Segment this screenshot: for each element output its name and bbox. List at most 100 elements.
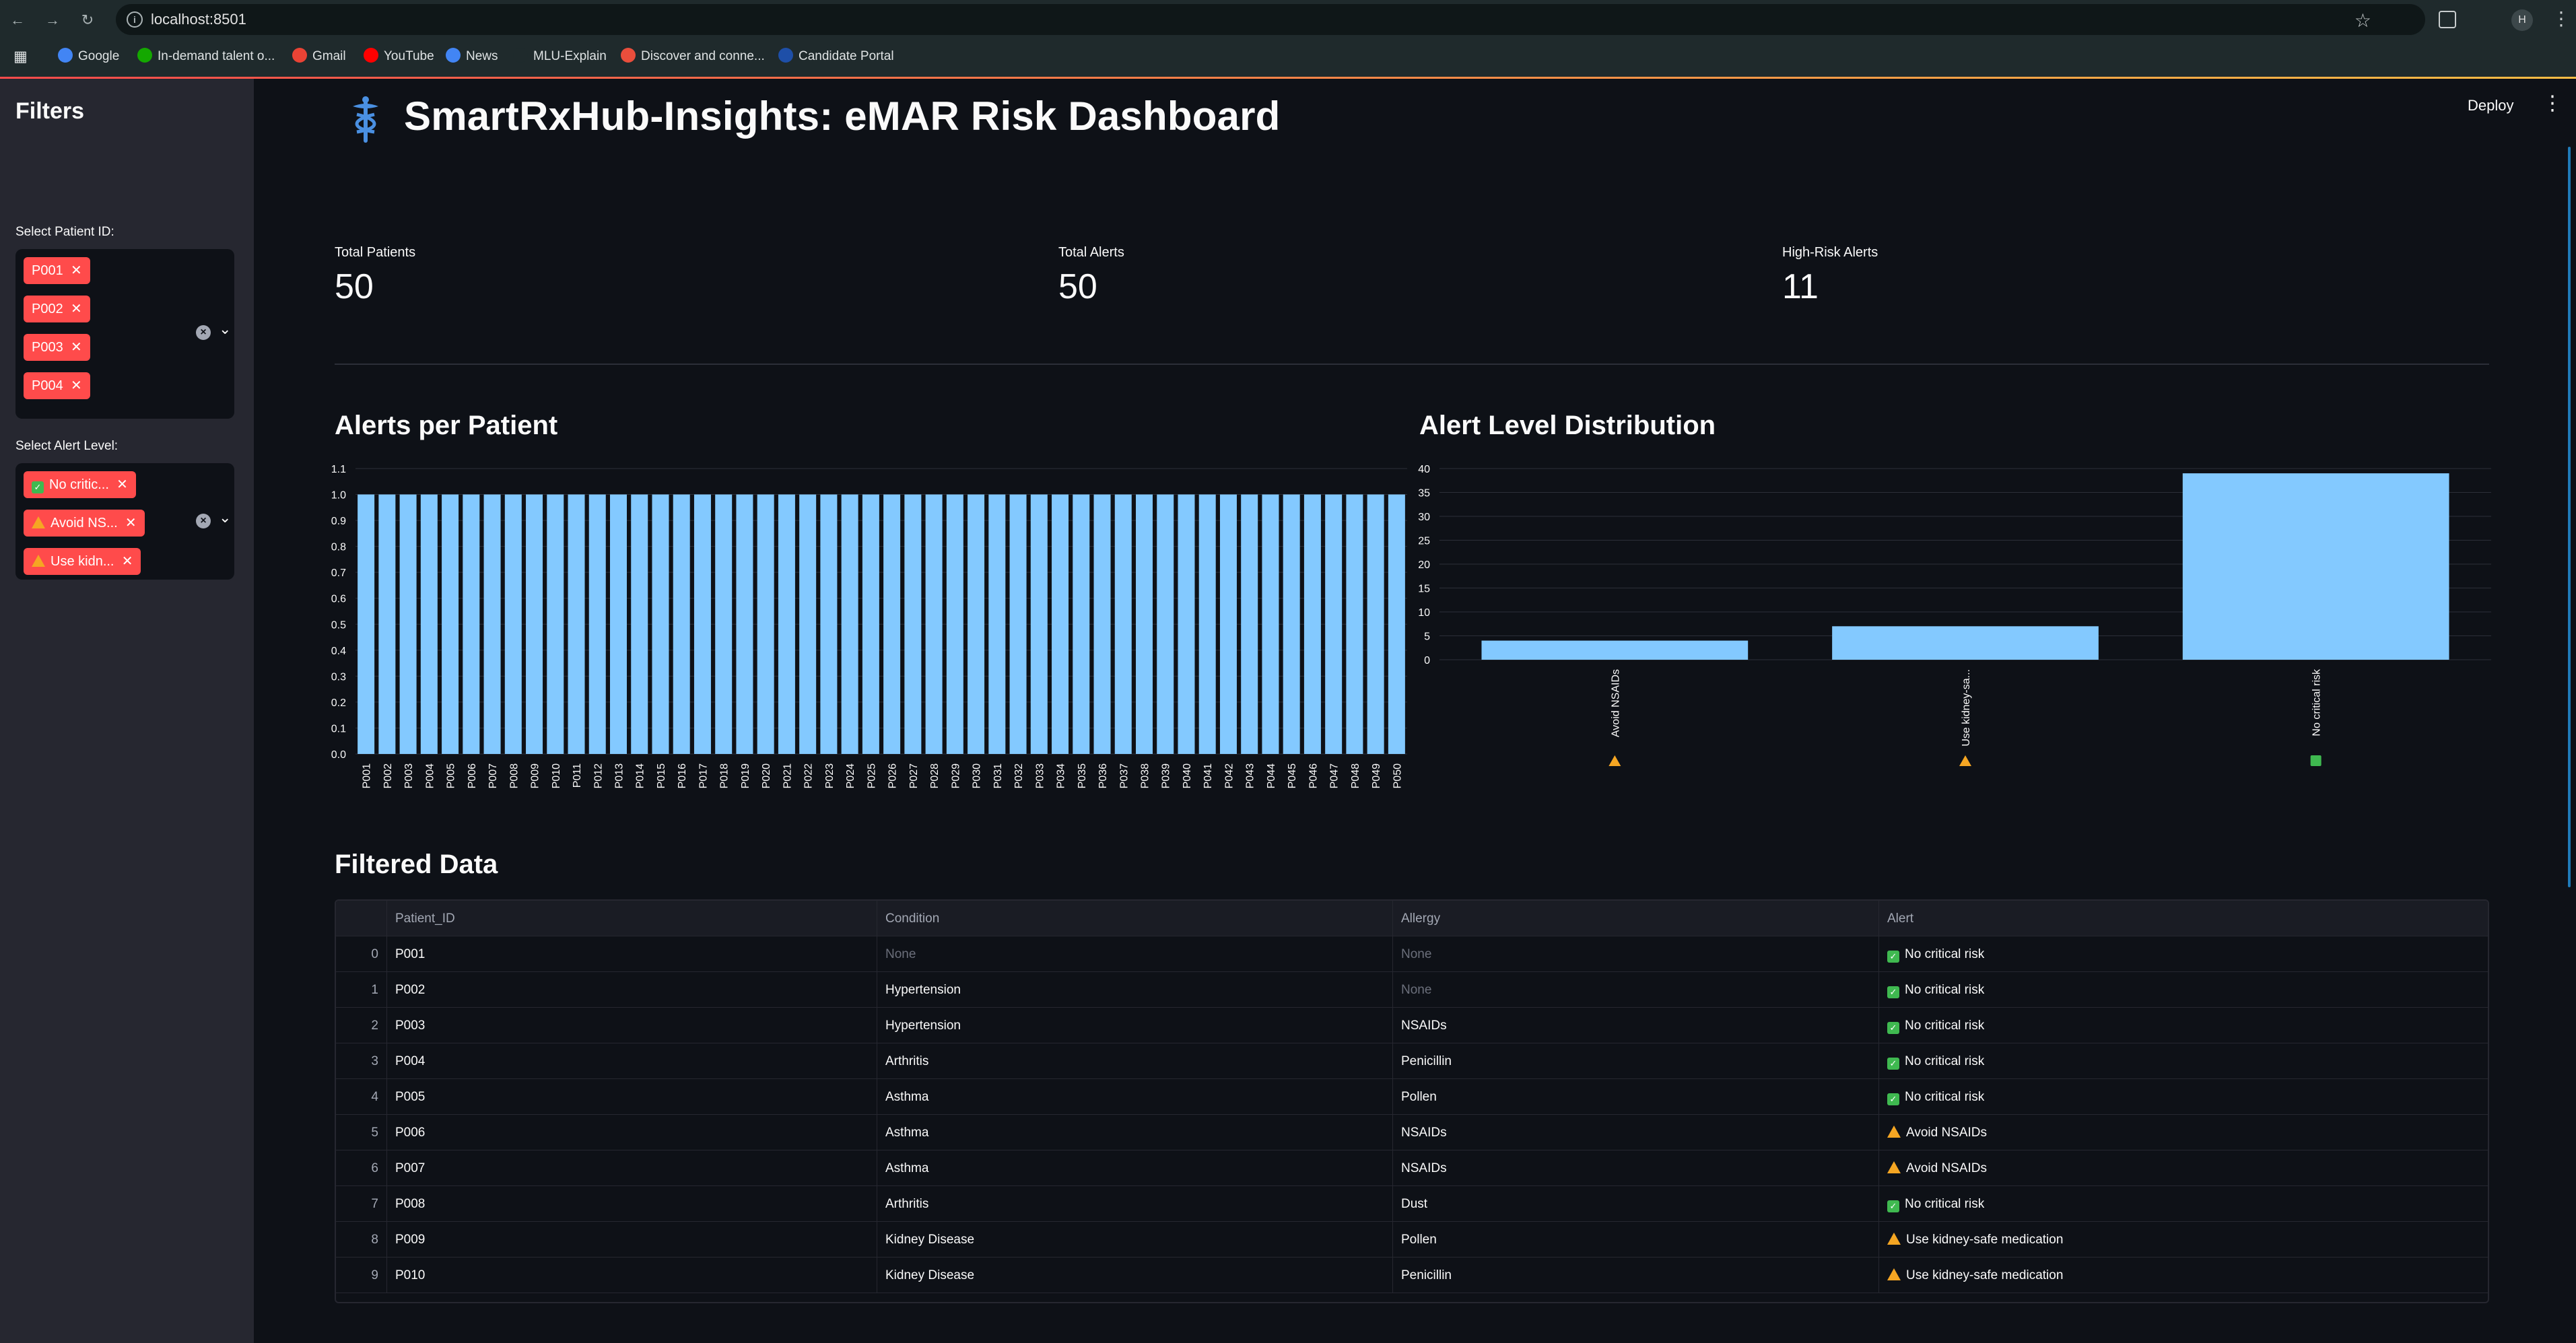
table-cell-condition[interactable]: Asthma	[877, 1079, 1393, 1115]
bookmark-star-icon[interactable]: ☆	[2354, 9, 2371, 32]
table-cell-idx[interactable]: 5	[336, 1115, 387, 1150]
bookmark-2[interactable]: Gmail	[292, 44, 346, 69]
table-cell-allergy[interactable]: Pollen	[1393, 1222, 1879, 1258]
table-row[interactable]: 9 P010 Kidney Disease Penicillin Use kidney-…	[336, 1258, 2488, 1293]
table-cell-alert[interactable]: ✓ No critical risk	[1879, 936, 2488, 972]
table-cell-allergy[interactable]: NSAIDs	[1393, 1115, 1879, 1150]
table-cell-id[interactable]: P005	[387, 1079, 877, 1115]
site-info-icon[interactable]: i	[127, 11, 143, 28]
table-row[interactable]: 1 P002 Hypertension None ✓ No critical risk	[336, 972, 2488, 1008]
table-cell-idx[interactable]: 3	[336, 1043, 387, 1079]
url-text[interactable]: localhost:8501	[151, 4, 246, 35]
back-icon[interactable]: ←	[7, 9, 28, 31]
bookmark-5[interactable]: MLU-Explain	[513, 44, 607, 69]
table-cell-alert[interactable]: ✓ No critical risk	[1879, 1043, 2488, 1079]
alert-tag[interactable]: Avoid NS... ✕	[24, 510, 145, 537]
remove-tag-icon[interactable]: ✕	[122, 548, 133, 575]
table-row[interactable]: 6 P007 Asthma NSAIDs Avoid NSAIDs	[336, 1150, 2488, 1186]
deploy-button[interactable]: Deploy	[2468, 97, 2513, 114]
table-cell-id[interactable]: P009	[387, 1222, 877, 1258]
table-row[interactable]: 8 P009 Kidney Disease Pollen Use kidney-safe…	[336, 1222, 2488, 1258]
remove-tag-icon[interactable]: ✕	[71, 334, 82, 361]
table-cell-id[interactable]: P004	[387, 1043, 877, 1079]
table-row[interactable]: 7 P008 Arthritis Dust ✓ No critical risk	[336, 1186, 2488, 1222]
column-header[interactable]: Patient_ID	[387, 901, 877, 936]
chevron-down-icon[interactable]: ⌄	[219, 509, 231, 526]
remove-tag-icon[interactable]: ✕	[116, 471, 128, 498]
table-cell-allergy[interactable]: Penicillin	[1393, 1043, 1879, 1079]
table-cell-condition[interactable]: Arthritis	[877, 1186, 1393, 1222]
table-cell-condition[interactable]: Asthma	[877, 1115, 1393, 1150]
app-menu-icon[interactable]: ⋮	[2542, 92, 2563, 115]
table-cell-allergy[interactable]: None	[1393, 972, 1879, 1008]
remove-tag-icon[interactable]: ✕	[125, 510, 137, 537]
table-cell-idx[interactable]: 6	[336, 1150, 387, 1186]
reload-icon[interactable]: ↻	[77, 9, 98, 31]
patient-multiselect[interactable]: × ⌄ P001 ✕ P002 ✕ P003 ✕ P004 ✕	[15, 249, 234, 419]
column-header[interactable]: Alert	[1879, 901, 2488, 936]
patient-tag[interactable]: P003 ✕	[24, 334, 90, 361]
table-cell-condition[interactable]: Hypertension	[877, 972, 1393, 1008]
browser-menu-icon[interactable]: ⋮	[2552, 7, 2571, 31]
remove-tag-icon[interactable]: ✕	[71, 372, 82, 399]
patient-tag[interactable]: P002 ✕	[24, 296, 90, 322]
table-cell-allergy[interactable]: NSAIDs	[1393, 1008, 1879, 1043]
bookmark-6[interactable]: Discover and conne...	[621, 44, 765, 69]
column-header[interactable]: Allergy	[1393, 901, 1879, 936]
table-cell-alert[interactable]: Use kidney-safe medication	[1879, 1258, 2488, 1293]
table-row[interactable]: 2 P003 Hypertension NSAIDs ✓ No critical risk	[336, 1008, 2488, 1043]
clear-patients-icon[interactable]: ×	[196, 325, 211, 340]
table-cell-condition[interactable]: Kidney Disease	[877, 1258, 1393, 1293]
table-cell-id[interactable]: P001	[387, 936, 877, 972]
table-cell-alert[interactable]: ✓ No critical risk	[1879, 1186, 2488, 1222]
table-cell-allergy[interactable]: Penicillin	[1393, 1258, 1879, 1293]
remove-tag-icon[interactable]: ✕	[71, 296, 82, 322]
table-cell-idx[interactable]: 7	[336, 1186, 387, 1222]
table-cell-alert[interactable]: ✓ No critical risk	[1879, 1079, 2488, 1115]
table-cell-id[interactable]: P006	[387, 1115, 877, 1150]
table-cell-id[interactable]: P008	[387, 1186, 877, 1222]
table-cell-condition[interactable]: Kidney Disease	[877, 1222, 1393, 1258]
table-row[interactable]: 3 P004 Arthritis Penicillin ✓ No critical ris…	[336, 1043, 2488, 1079]
bookmark-3[interactable]: YouTube	[364, 44, 434, 69]
profile-avatar[interactable]: H	[2511, 9, 2533, 31]
bookmark-1[interactable]: In-demand talent o...	[137, 44, 275, 69]
table-cell-alert[interactable]: ✓ No critical risk	[1879, 972, 2488, 1008]
clear-alerts-icon[interactable]: ×	[196, 514, 211, 528]
column-header[interactable]: Condition	[877, 901, 1393, 936]
table-cell-allergy[interactable]: Pollen	[1393, 1079, 1879, 1115]
table-cell-allergy[interactable]: NSAIDs	[1393, 1150, 1879, 1186]
table-cell-idx[interactable]: 4	[336, 1079, 387, 1115]
scrollbar[interactable]	[2568, 147, 2571, 887]
table-cell-condition[interactable]: Asthma	[877, 1150, 1393, 1186]
table-cell-idx[interactable]: 9	[336, 1258, 387, 1293]
column-header[interactable]	[336, 901, 387, 936]
bookmark-4[interactable]: News	[446, 44, 498, 69]
forward-icon[interactable]: →	[42, 9, 63, 31]
chevron-down-icon[interactable]: ⌄	[219, 320, 231, 338]
table-cell-idx[interactable]: 0	[336, 936, 387, 972]
table-cell-allergy[interactable]: Dust	[1393, 1186, 1879, 1222]
table-cell-alert[interactable]: Use kidney-safe medication	[1879, 1222, 2488, 1258]
table-cell-condition[interactable]: None	[877, 936, 1393, 972]
table-cell-id[interactable]: P003	[387, 1008, 877, 1043]
table-cell-condition[interactable]: Hypertension	[877, 1008, 1393, 1043]
bookmark-0[interactable]: Google	[58, 44, 119, 69]
table-cell-alert[interactable]: Avoid NSAIDs	[1879, 1150, 2488, 1186]
table-cell-alert[interactable]: Avoid NSAIDs	[1879, 1115, 2488, 1150]
table-cell-id[interactable]: P002	[387, 972, 877, 1008]
alert-multiselect[interactable]: × ⌄ ✓ No critic... ✕ Avoid NS... ✕ Use kidn..…	[15, 463, 234, 580]
table-cell-idx[interactable]: 2	[336, 1008, 387, 1043]
remove-tag-icon[interactable]: ✕	[71, 257, 82, 284]
table-row[interactable]: 5 P006 Asthma NSAIDs Avoid NSAIDs	[336, 1115, 2488, 1150]
filtered-data-table[interactable]: Patient_ID Condition Allergy Alert 0 P001 None…	[335, 899, 2489, 1303]
extensions-icon[interactable]	[2439, 11, 2456, 28]
patient-tag[interactable]: P001 ✕	[24, 257, 90, 284]
table-row[interactable]: 4 P005 Asthma Pollen ✓ No critical risk	[336, 1079, 2488, 1115]
table-cell-alert[interactable]: ✓ No critical risk	[1879, 1008, 2488, 1043]
alert-tag[interactable]: Use kidn... ✕	[24, 548, 141, 575]
apps-grid-icon[interactable]: ▦	[13, 44, 28, 69]
table-cell-id[interactable]: P010	[387, 1258, 877, 1293]
table-row[interactable]: 0 P001 None None ✓ No critical risk	[336, 936, 2488, 972]
table-cell-allergy[interactable]: None	[1393, 936, 1879, 972]
